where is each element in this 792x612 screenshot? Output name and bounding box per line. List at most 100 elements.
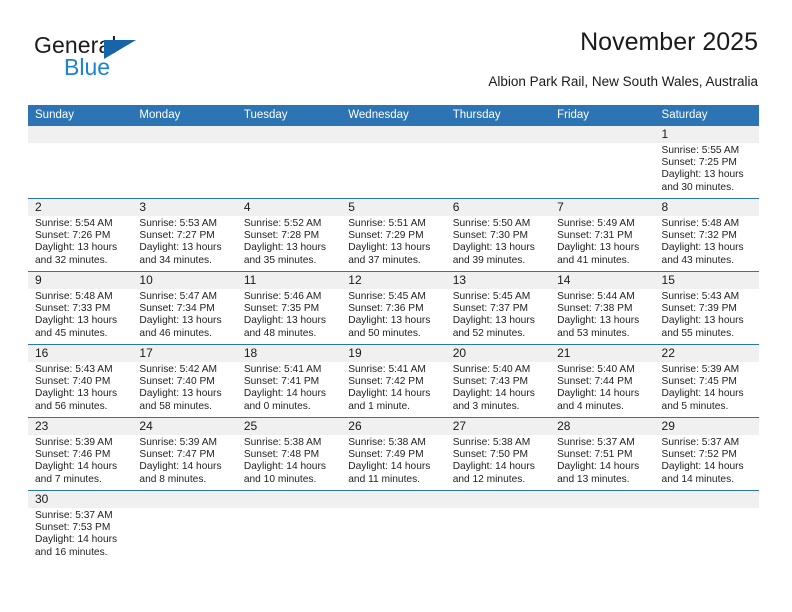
weekday-header-sunday: Sunday: [35, 109, 75, 121]
day-sun-info: Sunrise: 5:48 AM Sunset: 7:33 PM Daylight:…: [35, 291, 126, 340]
calendar-day-cell[interactable]: 17 Sunrise: 5:42 AM Sunset: 7:40 PM Dayligh…: [132, 345, 236, 417]
calendar-day-cell[interactable]: 14 Sunrise: 5:44 AM Sunset: 7:38 PM Dayligh…: [550, 272, 654, 344]
sunset-text: Sunset: 7:39 PM: [661, 303, 737, 315]
calendar-day-cell[interactable]: 9 Sunrise: 5:48 AM Sunset: 7:33 PM Daylight…: [28, 272, 132, 344]
daylight-text-line1: Daylight: 13 hours: [139, 242, 222, 254]
daylight-text-line1: Daylight: 13 hours: [557, 242, 640, 254]
calendar-day-cell[interactable]: 16 Sunrise: 5:43 AM Sunset: 7:40 PM Dayligh…: [28, 345, 132, 417]
day-sun-info: Sunrise: 5:43 AM Sunset: 7:39 PM Daylight:…: [662, 291, 753, 340]
calendar-day-cell[interactable]: 3 Sunrise: 5:53 AM Sunset: 7:27 PM Daylight…: [132, 199, 236, 271]
calendar-day-cell[interactable]: 20 Sunrise: 5:40 AM Sunset: 7:43 PM Dayligh…: [446, 345, 550, 417]
day-sun-info: Sunrise: 5:45 AM Sunset: 7:36 PM Daylight:…: [348, 291, 439, 340]
day-sun-info: Sunrise: 5:41 AM Sunset: 7:42 PM Daylight:…: [348, 364, 439, 413]
day-number: 19: [348, 346, 362, 360]
sunset-text: Sunset: 7:32 PM: [661, 230, 737, 242]
calendar-week-row: 1 Sunrise: 5:55 AM Sunset: 7:25 PM Daylight…: [28, 126, 759, 198]
calendar-day-cell[interactable]: 11 Sunrise: 5:46 AM Sunset: 7:35 PM Dayligh…: [237, 272, 341, 344]
day-number: 12: [348, 273, 362, 287]
sunset-text: Sunset: 7:41 PM: [243, 376, 320, 388]
sunrise-text: Sunrise: 5:45 AM: [452, 291, 531, 302]
calendar-day-cell-empty: [132, 126, 236, 198]
daylight-text-line2: and 0 minutes.: [243, 400, 311, 412]
daylight-text-line2: and 5 minutes.: [661, 400, 729, 412]
daylight-text-line1: Daylight: 14 hours: [35, 534, 118, 546]
calendar-day-cell[interactable]: 12 Sunrise: 5:45 AM Sunset: 7:36 PM Dayligh…: [341, 272, 445, 344]
day-number: 6: [452, 200, 460, 214]
sunset-text: Sunset: 7:40 PM: [139, 376, 215, 388]
day-sun-info: Sunrise: 5:51 AM Sunset: 7:29 PM Daylight:…: [348, 218, 439, 267]
calendar-day-cell[interactable]: 13 Sunrise: 5:45 AM Sunset: 7:37 PM Dayligh…: [446, 272, 550, 344]
sunrise-text: Sunrise: 5:38 AM: [243, 437, 322, 448]
calendar-day-cell[interactable]: 1 Sunrise: 5:55 AM Sunset: 7:25 PM Daylight…: [655, 126, 759, 198]
calendar-day-cell[interactable]: 19 Sunrise: 5:41 AM Sunset: 7:42 PM Dayligh…: [341, 345, 445, 417]
calendar-day-cell[interactable]: 25 Sunrise: 5:38 AM Sunset: 7:48 PM Dayligh…: [237, 418, 341, 490]
logo-text-blue: Blue: [64, 54, 111, 80]
sunset-text: Sunset: 7:31 PM: [557, 230, 633, 242]
sunset-text: Sunset: 7:49 PM: [348, 449, 424, 461]
weekday-header-wednesday: Wednesday: [348, 109, 409, 121]
calendar-day-cell[interactable]: 21 Sunrise: 5:40 AM Sunset: 7:44 PM Dayligh…: [550, 345, 654, 417]
day-number: 27: [452, 419, 467, 433]
calendar-day-cell[interactable]: 29 Sunrise: 5:37 AM Sunset: 7:52 PM Dayligh…: [655, 418, 759, 490]
day-sun-info: Sunrise: 5:46 AM Sunset: 7:35 PM Daylight:…: [244, 291, 335, 340]
calendar-day-cell[interactable]: 6 Sunrise: 5:50 AM Sunset: 7:30 PM Daylight…: [446, 199, 550, 271]
daylight-text-line1: Daylight: 14 hours: [348, 388, 431, 400]
calendar-day-cell-empty: [550, 491, 654, 563]
calendar-day-cell[interactable]: 24 Sunrise: 5:39 AM Sunset: 7:47 PM Dayligh…: [132, 418, 236, 490]
calendar-day-cell[interactable]: 7 Sunrise: 5:49 AM Sunset: 7:31 PM Daylight…: [550, 199, 654, 271]
daylight-text-line1: Daylight: 13 hours: [243, 242, 326, 254]
sunrise-text: Sunrise: 5:37 AM: [557, 437, 635, 448]
sunrise-text: Sunrise: 5:41 AM: [243, 364, 322, 375]
calendar-day-cell-empty: [28, 126, 132, 198]
daylight-text-line2: and 34 minutes.: [139, 254, 212, 266]
sunrise-text: Sunrise: 5:46 AM: [243, 291, 322, 302]
daylight-text-line2: and 10 minutes.: [243, 473, 317, 485]
calendar-day-cell[interactable]: 28 Sunrise: 5:37 AM Sunset: 7:51 PM Dayligh…: [550, 418, 654, 490]
day-number: 17: [139, 346, 153, 360]
sunset-text: Sunset: 7:26 PM: [35, 230, 111, 242]
daylight-text-line2: and 11 minutes.: [348, 473, 421, 485]
daylight-text-line1: Daylight: 14 hours: [243, 461, 326, 473]
daylight-text-line1: Daylight: 14 hours: [348, 461, 431, 473]
day-sun-info: Sunrise: 5:47 AM Sunset: 7:34 PM Daylight:…: [139, 291, 230, 340]
daylight-text-line2: and 8 minutes.: [139, 473, 207, 485]
page-subtitle-location: Albion Park Rail, New South Wales, Austr…: [488, 74, 758, 89]
calendar-day-cell-empty: [132, 491, 236, 563]
calendar-day-cell[interactable]: 4 Sunrise: 5:52 AM Sunset: 7:28 PM Daylight…: [237, 199, 341, 271]
sunset-text: Sunset: 7:34 PM: [139, 303, 215, 315]
calendar-day-cell[interactable]: 10 Sunrise: 5:47 AM Sunset: 7:34 PM Dayligh…: [132, 272, 236, 344]
calendar-day-cell-empty: [341, 126, 445, 198]
day-number: 14: [557, 273, 571, 287]
sunrise-text: Sunrise: 5:39 AM: [661, 364, 740, 375]
calendar-day-cell[interactable]: 26 Sunrise: 5:38 AM Sunset: 7:49 PM Dayligh…: [341, 418, 445, 490]
weekday-header-tuesday: Tuesday: [243, 109, 288, 121]
sunrise-text: Sunrise: 5:49 AM: [557, 218, 635, 229]
sunset-text: Sunset: 7:45 PM: [661, 376, 737, 388]
calendar-day-cell[interactable]: 27 Sunrise: 5:38 AM Sunset: 7:50 PM Dayligh…: [446, 418, 550, 490]
calendar-weeks: 1 Sunrise: 5:55 AM Sunset: 7:25 PM Daylight…: [28, 126, 759, 563]
daylight-text-line2: and 14 minutes.: [661, 473, 735, 485]
day-sun-info: Sunrise: 5:38 AM Sunset: 7:49 PM Daylight:…: [348, 437, 439, 486]
calendar-day-cell[interactable]: 8 Sunrise: 5:48 AM Sunset: 7:32 PM Daylight…: [655, 199, 759, 271]
calendar-day-cell[interactable]: 22 Sunrise: 5:39 AM Sunset: 7:45 PM Dayligh…: [655, 345, 759, 417]
sunrise-text: Sunrise: 5:37 AM: [661, 437, 740, 448]
calendar-day-cell[interactable]: 18 Sunrise: 5:41 AM Sunset: 7:41 PM Dayligh…: [237, 345, 341, 417]
daylight-text-line1: Daylight: 13 hours: [661, 315, 744, 327]
day-number: 28: [557, 419, 571, 433]
daylight-text-line2: and 32 minutes.: [35, 254, 108, 266]
sunset-text: Sunset: 7:37 PM: [452, 303, 529, 315]
sunrise-text: Sunrise: 5:51 AM: [348, 218, 426, 229]
calendar-day-cell[interactable]: 23 Sunrise: 5:39 AM Sunset: 7:46 PM Dayligh…: [28, 418, 132, 490]
sunrise-text: Sunrise: 5:45 AM: [348, 291, 426, 302]
daylight-text-line2: and 48 minutes.: [243, 327, 317, 339]
calendar-day-cell[interactable]: 2 Sunrise: 5:54 AM Sunset: 7:26 PM Daylight…: [28, 199, 132, 271]
daylight-text-line2: and 30 minutes.: [661, 181, 735, 193]
calendar-day-cell[interactable]: 30 Sunrise: 5:37 AM Sunset: 7:53 PM Dayligh…: [28, 491, 132, 563]
daylight-text-line1: Daylight: 14 hours: [139, 461, 222, 473]
calendar-day-cell[interactable]: 5 Sunrise: 5:51 AM Sunset: 7:29 PM Daylight…: [341, 199, 445, 271]
calendar-day-cell[interactable]: 15 Sunrise: 5:43 AM Sunset: 7:39 PM Dayligh…: [655, 272, 759, 344]
sunrise-text: Sunrise: 5:47 AM: [139, 291, 218, 302]
day-sun-info: Sunrise: 5:40 AM Sunset: 7:43 PM Daylight:…: [453, 364, 544, 413]
sunrise-text: Sunrise: 5:43 AM: [661, 291, 740, 302]
day-sun-info: Sunrise: 5:37 AM Sunset: 7:51 PM Daylight:…: [557, 437, 648, 486]
